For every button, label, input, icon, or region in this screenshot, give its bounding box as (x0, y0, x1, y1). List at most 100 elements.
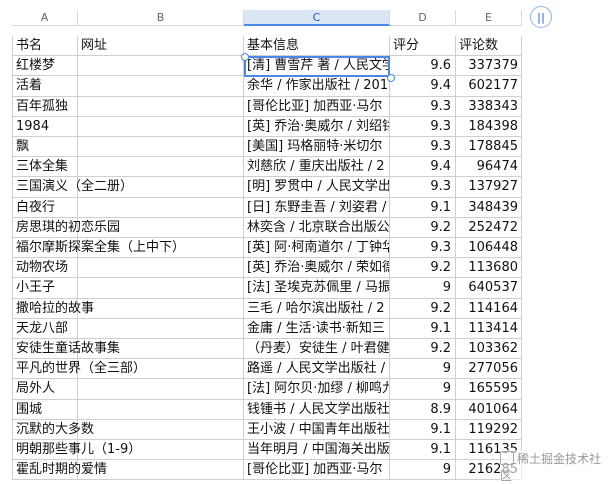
cell-url[interactable] (78, 258, 244, 279)
cell-book-name[interactable]: 霍乱时期的爱情 (12, 460, 107, 481)
cell-info[interactable]: [法] 圣埃克苏佩里 / 马振 (244, 278, 390, 299)
cell-book-name[interactable]: 活着 (12, 76, 78, 97)
cell-book-name[interactable]: 平凡的世界（全三部） (12, 359, 146, 380)
cell-rating[interactable]: 9.2 (390, 258, 456, 279)
cell-book-name[interactable]: 局外人 (12, 379, 78, 400)
cell-rating[interactable]: 9.3 (390, 137, 456, 158)
cell-review-count[interactable]: 277056 (456, 359, 522, 380)
cell-review-count[interactable]: 401064 (456, 399, 522, 420)
cell-info[interactable]: [法] 阿尔贝·加缪 / 柳鸣九 (244, 379, 390, 400)
cell-book-name[interactable]: 1984 (12, 116, 78, 137)
cell-book-name[interactable]: 三国演义（全二册） (12, 177, 133, 198)
cell-book-name[interactable]: 围城 (12, 399, 78, 420)
cell-info[interactable]: 钱锺书 / 人民文学出版社 (244, 399, 390, 420)
cell-book-name[interactable]: 沉默的大多数 (12, 419, 94, 440)
cell-info[interactable]: 金庸 / 生活·读书·新知三 (244, 318, 390, 339)
cell-book-name[interactable]: 福尔摩斯探案全集（上中下） (12, 238, 185, 259)
cell-review-count[interactable]: 338343 (456, 96, 522, 117)
cell-url[interactable] (78, 278, 244, 299)
cell-info[interactable]: [哥伦比亚] 加西亚·马尔 (244, 460, 390, 481)
cell-info[interactable]: [美国] 玛格丽特·米切尔 (244, 137, 390, 158)
cell-info[interactable]: 林奕含 / 北京联合出版公 (244, 217, 390, 238)
cell-rating[interactable]: 9.2 (390, 298, 456, 319)
cell-url[interactable] (78, 379, 244, 400)
cell-review-count[interactable]: 96474 (456, 157, 522, 178)
cell-book-name[interactable]: 三体全集 (12, 157, 78, 178)
cell-url[interactable] (78, 419, 244, 440)
cell-rating[interactable]: 9.1 (390, 440, 456, 461)
header-cell-book-name[interactable]: 书名 (12, 36, 78, 57)
cell-rating[interactable]: 9.6 (390, 56, 456, 77)
cell-url[interactable] (78, 116, 244, 137)
cell-rating[interactable]: 9.2 (390, 339, 456, 360)
cell-rating[interactable]: 9 (390, 460, 456, 481)
cell-review-count[interactable]: 165595 (456, 379, 522, 400)
cell-review-count[interactable]: 103362 (456, 339, 522, 360)
cell-book-name[interactable]: 飘 (12, 137, 78, 158)
cell-info[interactable]: 刘慈欣 / 重庆出版社 / 2 (244, 157, 390, 178)
cell-info[interactable]: [英] 阿·柯南道尔 / 丁钟华 (244, 238, 390, 259)
cell-review-count[interactable]: 640537 (456, 278, 522, 299)
cell-rating[interactable]: 9.1 (390, 318, 456, 339)
cell-info[interactable]: [清] 曹雪芹 著 / 人民文学 (244, 56, 390, 77)
cell-rating[interactable]: 8.9 (390, 399, 456, 420)
cell-book-name[interactable]: 动物农场 (12, 258, 78, 279)
cell-rating[interactable]: 9.3 (390, 238, 456, 259)
cell-info[interactable]: [英] 乔治·奥威尔 / 荣如德 (244, 258, 390, 279)
cell-info[interactable]: 路遥 / 人民文学出版社 / (244, 359, 390, 380)
cell-rating[interactable]: 9.1 (390, 197, 456, 218)
cell-book-name[interactable]: 红楼梦 (12, 56, 78, 77)
cell-rating[interactable]: 9.4 (390, 76, 456, 97)
cell-rating[interactable]: 9.3 (390, 96, 456, 117)
cell-review-count[interactable]: 184398 (456, 116, 522, 137)
cell-review-count[interactable]: 252472 (456, 217, 522, 238)
selection-handle-bottom[interactable] (387, 74, 395, 82)
cell-info[interactable]: 当年明月 / 中国海关出版社 (244, 440, 390, 461)
cell-url[interactable] (78, 76, 244, 97)
header-cell-info[interactable]: 基本信息 (244, 36, 390, 57)
cell-book-name[interactable]: 百年孤独 (12, 96, 78, 117)
column-header-d[interactable]: D (390, 10, 456, 26)
cell-url[interactable] (78, 197, 244, 218)
cell-review-count[interactable]: 113680 (456, 258, 522, 279)
cell-review-count[interactable]: 113414 (456, 318, 522, 339)
cell-rating[interactable]: 9 (390, 359, 456, 380)
cell-review-count[interactable]: 337379 (456, 56, 522, 77)
cell-url[interactable] (78, 137, 244, 158)
column-header-a[interactable]: A (12, 10, 78, 26)
cell-book-name[interactable]: 天龙八部 (12, 318, 78, 339)
selection-handle-top[interactable] (241, 53, 249, 61)
column-header-e[interactable]: E (456, 10, 522, 26)
cell-rating[interactable]: 9.2 (390, 217, 456, 238)
cell-review-count[interactable]: 137927 (456, 177, 522, 198)
cell-review-count[interactable]: 119292 (456, 419, 522, 440)
cell-info[interactable]: 王小波 / 中国青年出版社 (244, 419, 390, 440)
cell-book-name[interactable]: 小王子 (12, 278, 78, 299)
cell-book-name[interactable]: 安徒生童话故事集 (12, 339, 120, 360)
header-cell-review-count[interactable]: 评论数 (456, 36, 522, 57)
cell-rating[interactable]: 9.3 (390, 177, 456, 198)
cell-review-count[interactable]: 106448 (456, 238, 522, 259)
cell-book-name[interactable]: 白夜行 (12, 197, 78, 218)
cell-info[interactable]: [明] 罗贯中 / 人民文学出 (244, 177, 390, 198)
cell-info[interactable]: （丹麦）安徒生 / 叶君健 (244, 339, 390, 360)
cell-book-name[interactable]: 明朝那些事儿（1-9） (12, 440, 141, 461)
cell-info[interactable]: 三毛 / 哈尔滨出版社 / 2 (244, 298, 390, 319)
cell-rating[interactable]: 9.3 (390, 116, 456, 137)
cell-url[interactable] (78, 399, 244, 420)
cell-book-name[interactable]: 撒哈拉的故事 (12, 298, 94, 319)
cell-rating[interactable]: 9 (390, 379, 456, 400)
cell-book-name[interactable]: 房思琪的初恋乐园 (12, 217, 120, 238)
freeze-columns-icon[interactable]: || (530, 6, 552, 28)
column-header-b[interactable]: B (78, 10, 244, 26)
cell-url[interactable] (78, 318, 244, 339)
cell-url[interactable] (78, 157, 244, 178)
cell-info[interactable]: [日] 东野圭吾 / 刘姿君 / (244, 197, 390, 218)
cell-rating[interactable]: 9.1 (390, 419, 456, 440)
cell-review-count[interactable]: 348439 (456, 197, 522, 218)
cell-review-count[interactable]: 114164 (456, 298, 522, 319)
cell-rating[interactable]: 9.4 (390, 157, 456, 178)
cell-review-count[interactable]: 602177 (456, 76, 522, 97)
header-cell-rating[interactable]: 评分 (390, 36, 456, 57)
cell-info[interactable]: [哥伦比亚] 加西亚·马尔 (244, 96, 390, 117)
